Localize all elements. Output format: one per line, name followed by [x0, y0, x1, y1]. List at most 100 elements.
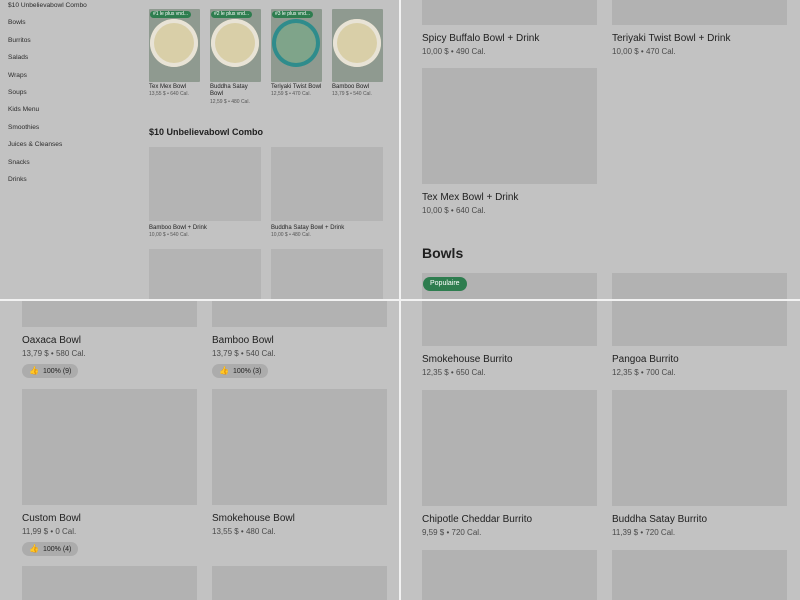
sidebar-item-bowls[interactable]: Bowls	[8, 17, 138, 34]
menu-item-card[interactable]: Spicy Buffalo Bowl + Drink 10,00 $ • 490…	[422, 0, 597, 57]
menu-item-card[interactable]: Smokehouse Burrito 12,35 $ • 650 Cal.	[422, 300, 597, 378]
item-price-cal: 12,59 $ • 480 Cal.	[210, 98, 250, 105]
sidebar-item-burritos[interactable]: Burritos	[8, 35, 138, 52]
item-image-placeholder	[612, 550, 787, 600]
menu-item-card[interactable]: Teriyaki Twist Bowl + Drink 10,00 $ • 47…	[612, 0, 787, 57]
item-image-placeholder	[271, 249, 383, 300]
rating-text: 100% (4)	[42, 546, 72, 553]
menu-item-card[interactable]: Smokehouse Bowl 13,55 $ • 480 Cal.	[212, 389, 387, 537]
bowl-plate	[211, 19, 259, 67]
item-image-placeholder	[271, 147, 383, 221]
sidebar-item-salads[interactable]: Salads	[8, 52, 138, 69]
item-price-cal: 13,55 $ • 640 Cal.	[149, 91, 189, 98]
thumbs-up-icon: 👍	[29, 544, 39, 553]
item-name: Bamboo Bowl	[332, 84, 370, 90]
quadrant-divider-horizontal	[0, 299, 800, 301]
item-image-placeholder: Populaire	[422, 273, 597, 300]
menu-item-card[interactable]	[612, 550, 787, 600]
menu-item-card[interactable]: Custom Bowl 11,99 $ • 0 Cal. 👍 100% (4)	[22, 389, 197, 556]
quadrant-top-left: $10 Unbelievabowl Combo Bowls Burritos S…	[0, 0, 400, 300]
sidebar-item-wraps[interactable]: Wraps	[8, 70, 138, 87]
item-image-placeholder	[422, 0, 597, 25]
menu-item-card[interactable]: Oaxaca Bowl 13,79 $ • 580 Cal. 👍 100% (9)	[22, 300, 197, 378]
featured-item[interactable]: Bamboo Bowl 13,79 $ • 540 Cal.	[332, 9, 383, 98]
item-price-cal: 10,00 $ • 480 Cal.	[271, 232, 311, 238]
menu-item-card[interactable]	[612, 273, 787, 300]
sidebar-item-snacks[interactable]: Snacks	[8, 157, 138, 174]
food-image: #3 le plus vnd...	[271, 9, 322, 82]
item-image-placeholder	[422, 68, 597, 184]
item-name: Buddha Satay Burrito	[612, 514, 708, 525]
item-price-cal: 9,59 $ • 720 Cal.	[422, 528, 482, 537]
item-name: Chipotle Cheddar Burrito	[422, 514, 533, 525]
item-price-cal: 11,39 $ • 720 Cal.	[612, 528, 676, 537]
item-price-cal: 13,79 $ • 580 Cal.	[22, 349, 86, 358]
item-name: Bamboo Bowl + Drink	[149, 225, 207, 231]
item-name: Spicy Buffalo Bowl + Drink	[422, 33, 540, 44]
sidebar-item-soups[interactable]: Soups	[8, 87, 138, 104]
sidebar-item-drinks[interactable]: Drinks	[8, 174, 138, 191]
item-name: Tex Mex Bowl + Drink	[422, 192, 519, 203]
sidebar-item-kids-menu[interactable]: Kids Menu	[8, 104, 138, 121]
category-sidebar: $10 Unbelievabowl Combo Bowls Burritos S…	[8, 0, 138, 191]
menu-item-card[interactable]: Tex Mex Bowl + Drink 10,00 $ • 640 Cal.	[422, 68, 597, 216]
item-image-placeholder	[212, 389, 387, 505]
menu-item-card[interactable]: Populaire	[422, 273, 597, 300]
item-image-placeholder	[612, 300, 787, 346]
item-price-cal: 13,79 $ • 540 Cal.	[332, 91, 372, 98]
sidebar-item-juices[interactable]: Juices & Cleanses	[8, 139, 138, 156]
rank-badge: #3 le plus vnd...	[272, 11, 314, 18]
item-name: Buddha Satay Bowl + Drink	[271, 225, 345, 231]
item-image-placeholder	[22, 300, 197, 327]
item-image-placeholder	[212, 300, 387, 327]
item-price-cal: 12,59 $ • 470 Cal.	[271, 91, 311, 98]
quadrant-bottom-left: Oaxaca Bowl 13,79 $ • 580 Cal. 👍 100% (9)…	[0, 300, 400, 600]
featured-item[interactable]: #3 le plus vnd... Teriyaki Twist Bowl 12…	[271, 9, 322, 98]
sidebar-item-combo[interactable]: $10 Unbelievabowl Combo	[8, 0, 138, 17]
quadrant-bottom-right: Smokehouse Burrito 12,35 $ • 650 Cal. Pa…	[400, 300, 800, 600]
rating-pill: 👍 100% (3)	[212, 364, 269, 378]
menu-item-card[interactable]: Chipotle Cheddar Burrito 9,59 $ • 720 Ca…	[422, 390, 597, 538]
menu-item-card[interactable]	[422, 550, 597, 600]
menu-item-card[interactable]	[271, 249, 383, 300]
popular-badge: Populaire	[423, 277, 467, 291]
item-price-cal: 11,99 $ • 0 Cal.	[22, 527, 77, 536]
menu-item-card[interactable]: Buddha Satay Bowl + Drink 10,00 $ • 480 …	[271, 147, 383, 238]
section-title-bowls: Bowls	[422, 245, 464, 261]
item-name: Buddha Satay Bowl	[210, 84, 248, 98]
menu-item-card[interactable]: Buddha Satay Burrito 11,39 $ • 720 Cal.	[612, 390, 787, 538]
menu-item-card[interactable]	[22, 566, 197, 600]
item-name: Custom Bowl	[22, 513, 81, 524]
menu-item-card[interactable]: Pangoa Burrito 12,35 $ • 700 Cal.	[612, 300, 787, 378]
item-name: Teriyaki Twist Bowl	[271, 84, 322, 90]
item-image-placeholder	[422, 300, 597, 346]
item-image-placeholder	[212, 566, 387, 600]
section-title-combo: $10 Unbelievabowl Combo	[149, 127, 264, 137]
item-image-placeholder	[22, 389, 197, 505]
food-image: #1 le plus vnd...	[149, 9, 200, 82]
menu-item-card[interactable]: Bamboo Bowl + Drink 10,00 $ • 540 Cal.	[149, 147, 261, 238]
item-image-placeholder	[422, 550, 597, 600]
featured-item[interactable]: #1 le plus vnd... Tex Mex Bowl 13,55 $ •…	[149, 9, 200, 98]
featured-item[interactable]: #2 le plus vnd... Buddha Satay Bowl 12,5…	[210, 9, 261, 106]
item-price-cal: 10,00 $ • 490 Cal.	[422, 47, 486, 56]
rating-text: 100% (3)	[232, 368, 262, 375]
menu-item-card[interactable]	[212, 566, 387, 600]
item-name: Smokehouse Burrito	[422, 354, 513, 365]
item-price-cal: 12,35 $ • 700 Cal.	[612, 368, 676, 377]
thumbs-up-icon: 👍	[29, 366, 39, 375]
item-image-placeholder	[22, 566, 197, 600]
rating-pill: 👍 100% (4)	[22, 542, 79, 556]
item-price-cal: 10,00 $ • 470 Cal.	[612, 47, 676, 56]
bowl-plate	[272, 19, 320, 67]
item-image-placeholder	[612, 273, 787, 300]
food-image: #2 le plus vnd...	[210, 9, 261, 82]
menu-item-card[interactable]	[149, 249, 261, 300]
menu-screen: $10 Unbelievabowl Combo Bowls Burritos S…	[0, 0, 800, 600]
bowl-plate	[333, 19, 381, 67]
item-price-cal: 12,35 $ • 650 Cal.	[422, 368, 486, 377]
item-name: Tex Mex Bowl	[149, 84, 187, 90]
sidebar-item-smoothies[interactable]: Smoothies	[8, 122, 138, 139]
menu-item-card[interactable]: Bamboo Bowl 13,79 $ • 540 Cal. 👍 100% (3)	[212, 300, 387, 378]
item-name: Bamboo Bowl	[212, 335, 274, 346]
